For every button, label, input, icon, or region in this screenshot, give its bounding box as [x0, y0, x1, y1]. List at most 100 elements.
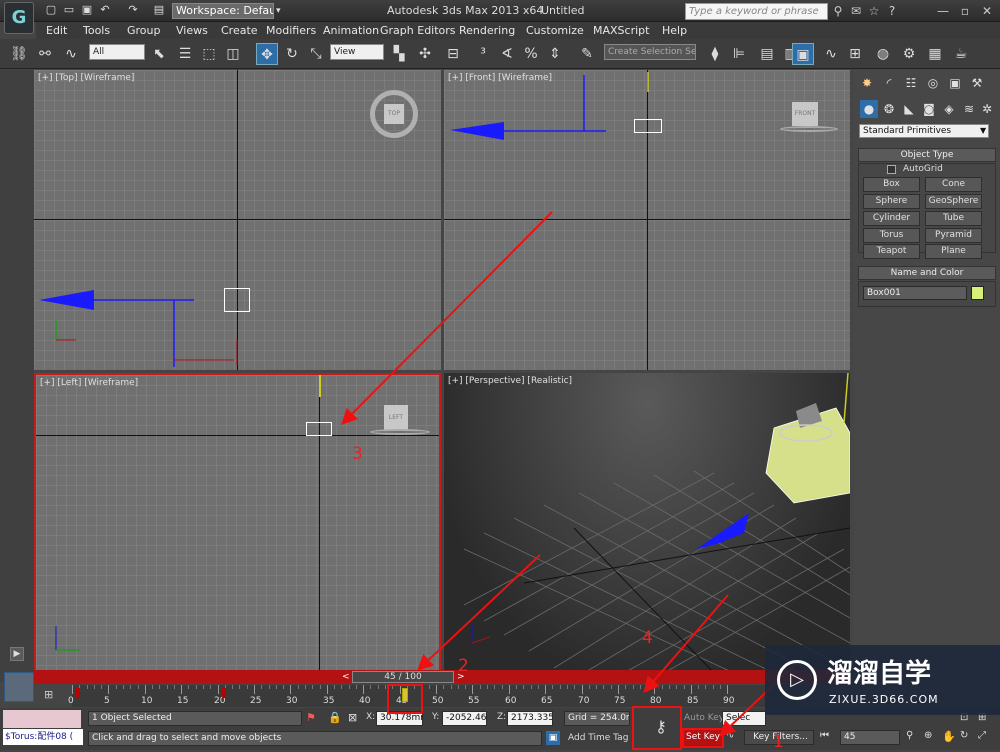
object-type-rollout[interactable]: Object Type — [858, 148, 996, 162]
auto-key-button[interactable]: Auto Key — [684, 713, 724, 723]
cylinder-button[interactable]: Cylinder — [863, 211, 920, 226]
geosphere-button[interactable]: GeoSphere — [925, 194, 982, 209]
menu-maxscript[interactable]: MAXScript — [593, 24, 649, 37]
add-time-tag[interactable]: Add Time Tag — [568, 733, 628, 743]
display-tab-icon[interactable]: ▣ — [946, 74, 964, 92]
category-dropdown[interactable]: Standard Primitives — [859, 124, 989, 138]
play-icon[interactable]: ▶ — [10, 647, 24, 661]
box-object-wire[interactable] — [306, 422, 332, 436]
binoculars-icon[interactable]: ⚲ — [830, 3, 846, 19]
schematic-view-icon[interactable]: ⊞ — [844, 43, 866, 65]
y-coordinate-field[interactable]: -2052.462 — [442, 711, 487, 726]
geometry-icon[interactable]: ● — [860, 100, 878, 118]
viewcube-front[interactable]: FRONT — [792, 102, 818, 126]
save-file-icon[interactable]: ▣ — [80, 3, 94, 17]
viewport-layout-icon[interactable] — [4, 672, 34, 702]
menu-animation[interactable]: Animation — [323, 24, 379, 37]
mini-curve-editor-icon[interactable]: ⊞ — [44, 688, 58, 702]
object-name-field[interactable]: Box001 — [863, 286, 967, 300]
maxscript-listener-mini[interactable] — [3, 710, 81, 728]
workspace-dropdown[interactable]: Workspace: Default — [172, 3, 274, 19]
modify-tab-icon[interactable]: ◜ — [880, 74, 898, 92]
curve-editor-icon[interactable]: ∿ — [820, 43, 842, 65]
script-listener-field[interactable]: $Torus:配件08 ( — [3, 729, 83, 745]
pan-icon[interactable]: ✋ — [942, 730, 956, 744]
new-file-icon[interactable]: ▢ — [44, 3, 58, 17]
key-marker[interactable] — [222, 688, 226, 698]
lights-icon[interactable]: ◣ — [900, 100, 918, 118]
object-color-swatch[interactable] — [971, 286, 984, 300]
select-by-name-icon[interactable]: ☰ — [174, 43, 196, 65]
link-icon[interactable]: ⛓ — [8, 43, 30, 65]
communication-icon[interactable]: ✉ — [848, 3, 864, 19]
ribbon-toggle-icon[interactable]: ▣ — [792, 43, 814, 65]
mirror-icon[interactable]: ⧫ — [704, 43, 726, 65]
menu-customize[interactable]: Customize — [526, 24, 584, 37]
chevron-down-icon[interactable]: ▼ — [980, 124, 990, 138]
open-file-icon[interactable]: ▭ — [62, 3, 76, 17]
edit-named-selection-icon[interactable]: ✎ — [576, 43, 598, 65]
render-setup-icon[interactable]: ⚙ — [898, 43, 920, 65]
z-coordinate-field[interactable]: 2173.335m — [507, 711, 553, 726]
menu-tools[interactable]: Tools — [83, 24, 110, 37]
window-crossing-icon[interactable]: ◫ — [222, 43, 244, 65]
cameras-icon[interactable]: ◙ — [920, 100, 938, 118]
current-frame-field[interactable]: 45 — [840, 730, 900, 745]
zoom-all-icon[interactable]: ⊕ — [924, 730, 938, 744]
track-bar[interactable]: 051015202530354045505560657075808590 — [68, 685, 800, 707]
systems-icon[interactable]: ✲ — [978, 100, 996, 118]
viewport-label-top[interactable]: [+] [Top] [Wireframe] — [38, 73, 134, 83]
favorites-icon[interactable]: ☆ — [866, 3, 882, 19]
utilities-tab-icon[interactable]: ⚒ — [968, 74, 986, 92]
app-logo-button[interactable]: G — [4, 2, 34, 34]
reference-coordinate-dropdown[interactable]: View — [330, 44, 384, 60]
menu-create[interactable]: Create — [221, 24, 258, 37]
search-input[interactable]: Type a keyword or phrase — [685, 3, 828, 20]
shapes-icon[interactable]: ❂ — [880, 100, 898, 118]
select-manipulate-icon[interactable]: ✣ — [414, 43, 436, 65]
maximize-button[interactable]: ▫ — [954, 2, 976, 20]
layer-manager-icon[interactable]: ▤ — [756, 43, 778, 65]
name-and-color-rollout[interactable]: Name and Color — [858, 266, 996, 280]
create-tab-icon[interactable]: ✸ — [858, 74, 876, 92]
help-icon[interactable]: ? — [884, 3, 900, 19]
cone-button[interactable]: Cone — [925, 177, 982, 192]
viewport-top[interactable]: [+] [Top] [Wireframe] TOP — [34, 70, 441, 370]
unlink-icon[interactable]: ⚯ — [34, 43, 56, 65]
viewport-left[interactable]: [+] [Left] [Wireframe] LEFT — [34, 373, 441, 673]
select-object-icon[interactable]: ⬉ — [148, 43, 170, 65]
tube-button[interactable]: Tube — [925, 211, 982, 226]
torus-button[interactable]: Torus — [863, 228, 920, 243]
zoom-icon[interactable]: ⚲ — [906, 730, 920, 744]
box-button[interactable]: Box — [863, 177, 920, 192]
align-icon[interactable]: ⊫ — [728, 43, 750, 65]
selection-lock-icon[interactable]: ▣ — [546, 731, 560, 745]
angle-snap-icon[interactable]: ∢ — [496, 43, 518, 65]
redo-icon[interactable]: ↷ — [126, 3, 140, 17]
pivot-center-icon[interactable]: ▚ — [388, 43, 410, 65]
motion-tab-icon[interactable]: ◎ — [924, 74, 942, 92]
key-tangent-icon[interactable]: ∿ — [726, 730, 742, 744]
viewcube-left[interactable]: LEFT — [384, 405, 408, 431]
minimize-button[interactable]: — — [932, 2, 954, 20]
teapot-button[interactable]: Teapot — [863, 244, 920, 259]
prev-frame-icon[interactable]: < — [342, 671, 352, 683]
chevron-down-icon[interactable]: ▾ — [276, 3, 286, 19]
time-slider[interactable]: 45 / 100 — [352, 671, 454, 683]
render-production-icon[interactable]: ☕ — [950, 43, 972, 65]
lock-icon[interactable]: 🔒 — [328, 711, 342, 725]
percent-snap-icon[interactable]: % — [520, 43, 542, 65]
select-and-move-icon[interactable]: ✥ — [256, 43, 278, 65]
menu-graph-editors[interactable]: Graph Editors — [380, 24, 456, 37]
hold-icon[interactable]: ▤ — [152, 3, 166, 17]
viewport-front[interactable]: [+] [Front] [Wireframe] FRONT — [444, 70, 850, 370]
space-warps-icon[interactable]: ≋ — [960, 100, 978, 118]
key-mode-dropdown[interactable]: Selec — [722, 711, 766, 726]
autogrid-checkbox[interactable] — [887, 165, 896, 174]
pin-icon[interactable]: ⚑ — [306, 711, 320, 725]
keyboard-shortcut-override-icon[interactable]: ⊟ — [442, 43, 464, 65]
undo-icon[interactable]: ↶ — [98, 3, 112, 17]
menu-modifiers[interactable]: Modifiers — [266, 24, 316, 37]
menu-rendering[interactable]: Rendering — [459, 24, 515, 37]
snaps-toggle-icon[interactable]: ³ — [472, 43, 494, 65]
